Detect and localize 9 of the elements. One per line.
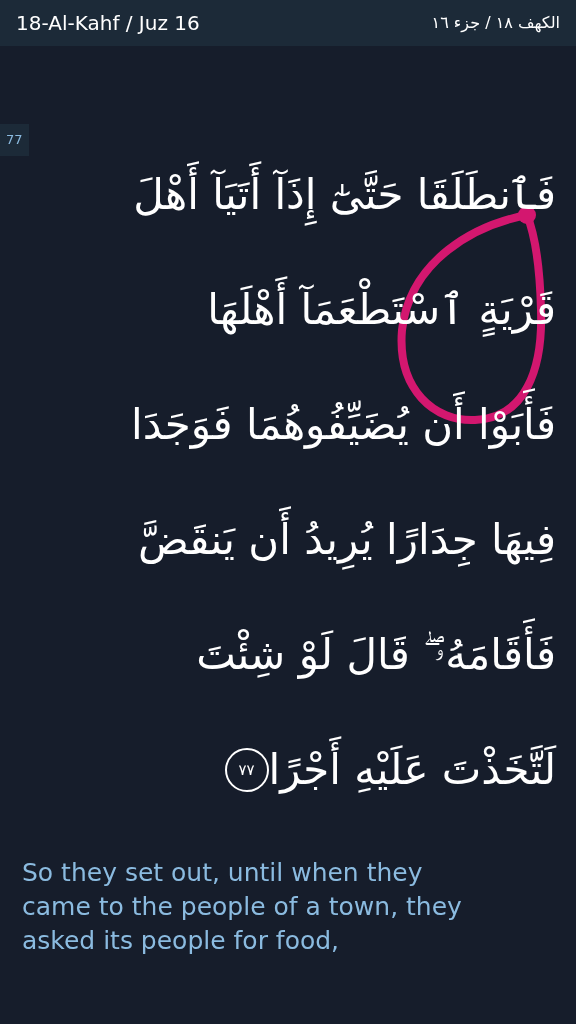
verse-end-marker: ٧٧ (224, 748, 269, 792)
verse-number: 77 (0, 124, 29, 156)
verse-translation: So they set out, until when they came to the people of a town, they asked its people for food, (21, 856, 463, 957)
arabic-verse-line: فِيهَا جِدَارًا يُرِيدُ أَن يَنقَضَّ (137, 502, 556, 578)
arabic-verse-line: فَأَقَامَهُۥ ۖ قَالَ لَوْ شِئْتَ (196, 617, 556, 693)
surah-title-arabic: الكهف ١٨ / جزء ١٦ (431, 12, 560, 35)
arabic-verse-line: فَٱنطَلَقَا حَتَّىٰٓ إِذَآ أَتَيَآ أَهْلَ (133, 157, 556, 233)
arabic-verse-line: لَتَّخَذْتَ عَلَيْهِ أَجْرًا (268, 732, 556, 808)
surah-title: 18-Al-Kahf / Juz 16 (16, 10, 200, 37)
